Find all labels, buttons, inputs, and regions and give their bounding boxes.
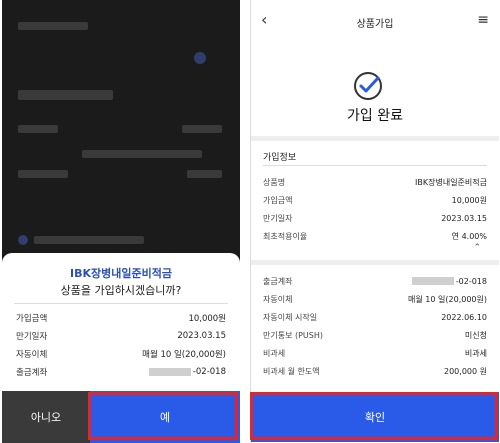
divider (14, 303, 228, 304)
left-screen: IBK장병내일준비적금 상품을 가입하시겠습니까? 가입금액 10,000원 만… (2, 0, 240, 443)
confirm-sheet: IBK장병내일준비적금 상품을 가입하시겠습니까? 가입금액 10,000원 만… (2, 253, 240, 391)
info-row-product: 상품명 IBK장병내일준비적금 (263, 177, 487, 187)
info-row-rate: 최초적용이율 연 4.00% (263, 231, 487, 241)
right-screen: ‹ 상품가입 ≡ 가입 완료 가입정보 상품명 IBK장병내일준비적금 가입금액… (250, 0, 499, 443)
info-row-taxfree: 비과세 비과세 (263, 348, 487, 358)
info-row-account: 출금계좌 -02-018 (263, 276, 487, 286)
info-row-autotransfer-start: 자동이체 시작일 2022.06.10 (263, 312, 487, 322)
highlight-frame-yes (88, 392, 238, 440)
dimmed-row (34, 236, 144, 244)
divider (263, 165, 487, 166)
dimmed-header (18, 22, 88, 30)
header: ‹ 상품가입 ≡ (251, 0, 499, 44)
complete-message: 가입 완료 (347, 108, 403, 124)
section-separator (251, 136, 499, 141)
info-row-maturity: 만기일자 2023.03.15 (263, 213, 487, 223)
check-circle-icon (352, 70, 384, 102)
info-row-amount: 가입금액 10,000원 (263, 195, 487, 205)
dimmed-icon (18, 235, 28, 245)
menu-icon[interactable]: ≡ (477, 12, 489, 28)
dimmed-row (182, 125, 222, 133)
no-button[interactable]: 아니오 (2, 391, 90, 443)
dimmed-badge (194, 52, 206, 64)
detail-row-account: 출금계좌 -02-018 (16, 367, 226, 378)
product-title: IBK장병내일준비적금 (70, 267, 172, 280)
section-title: 가입정보 (263, 153, 297, 163)
confirm-question: 상품을 가입하시겠습니까? (60, 284, 182, 297)
dimmed-row (82, 150, 202, 158)
info-row-maturity-push: 만기통보 (PUSH) 미신청 (263, 330, 487, 340)
info-row-taxfree-limit: 비과세 월 한도액 200,000 원 (263, 366, 487, 376)
dimmed-title (18, 90, 113, 100)
highlight-frame-confirm (250, 392, 498, 440)
dimmed-row (18, 170, 68, 178)
masked-account-number (411, 277, 454, 285)
chevron-up-icon[interactable]: ⌃ (473, 243, 481, 253)
detail-row-amount: 가입금액 10,000원 (16, 314, 226, 324)
dimmed-row (18, 125, 58, 133)
section-separator (251, 260, 499, 265)
masked-account-number (148, 367, 191, 376)
dimmed-row (187, 170, 222, 178)
page-title: 상품가입 (356, 19, 394, 30)
info-row-autotransfer: 자동이체 매월 10 일(20,000원) (263, 294, 487, 304)
detail-row-autotransfer: 자동이체 매월 10 일(20,000원) (16, 350, 226, 360)
detail-row-maturity: 만기일자 2023.03.15 (16, 331, 226, 342)
